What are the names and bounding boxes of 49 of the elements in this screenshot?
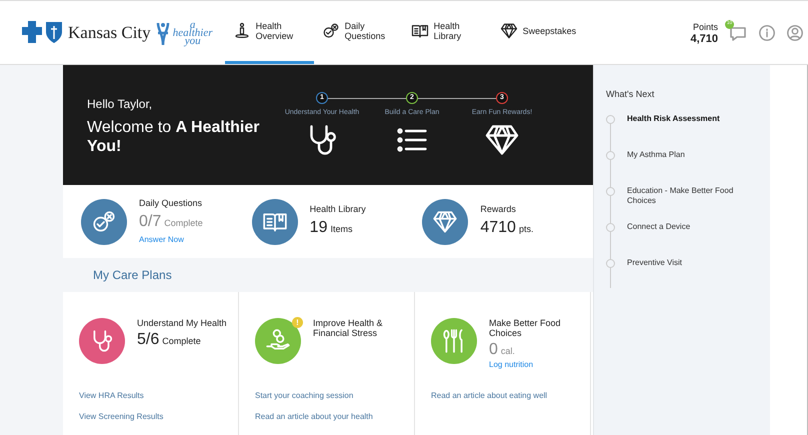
stat-value: 0/7 [139, 212, 162, 232]
plan-link[interactable]: View Screening Results [79, 411, 238, 423]
stat-unit: Items [330, 223, 352, 236]
panel-title: What's Next [606, 88, 656, 101]
welcome-heading: Welcome to A Healthier You! [87, 118, 260, 156]
plan-link[interactable]: View HRA Results [79, 390, 238, 402]
check-circle-icon [322, 22, 340, 40]
next-item[interactable]: Connect a Device [627, 222, 690, 258]
nav-tab[interactable]: Sweepstakes [492, 1, 581, 64]
points-display: Points 4,710 [690, 20, 718, 44]
figure-logo-icon [154, 20, 171, 44]
stat-title: Rewards [480, 202, 517, 216]
next-item[interactable]: Education - Make Better Food Choices [627, 186, 747, 222]
plan-link[interactable]: Read an article about your health [255, 411, 414, 423]
section-heading: My Care Plans [93, 267, 172, 284]
plan-value: 0 [489, 341, 498, 359]
book-icon [410, 22, 429, 40]
next-item[interactable]: Health Risk Assessment [627, 114, 720, 150]
plan-unit: Complete [162, 335, 201, 348]
log-link[interactable]: Log nutrition [489, 359, 589, 371]
diamond-icon [500, 22, 518, 40]
stat-title: Health Library [310, 202, 366, 216]
check-circle-icon [91, 208, 117, 234]
answer-link[interactable]: Answer Now [139, 234, 203, 246]
stat-unit: Complete [164, 217, 203, 230]
tagline-logo: a healthier you [172, 20, 214, 44]
plan-link[interactable]: Start your coaching session [255, 390, 414, 402]
person-icon [232, 22, 251, 40]
user-icon[interactable] [786, 24, 804, 42]
plan-title: Improve Health & Financial Stress [313, 318, 384, 338]
stat-title: Daily Questions [139, 196, 203, 210]
plan-link[interactable]: Read an article about eating well [431, 390, 590, 402]
nav-tab[interactable]: Daily Questions [314, 1, 403, 64]
cross-shield-logo-icon [22, 20, 64, 44]
greeting: Hello Taylor, [87, 96, 154, 112]
nav-tab[interactable]: Health Library [402, 1, 492, 64]
stat-value: 4710 [480, 218, 516, 238]
diamond-icon [432, 208, 458, 234]
brand-name: Kansas City [68, 22, 151, 44]
stat-value: 19 [310, 218, 328, 238]
next-item[interactable]: My Asthma Plan [627, 150, 685, 186]
plan-value: 5/6 [137, 331, 160, 349]
next-item[interactable]: Preventive Visit [627, 258, 682, 294]
plan-title: Make Better Food Choices [489, 318, 562, 338]
stat-unit: pts. [518, 223, 534, 236]
plan-title: Understand My Health [137, 318, 227, 328]
alert-badge: ! [292, 317, 303, 328]
info-icon[interactable] [758, 24, 776, 42]
plan-unit: cal. [500, 345, 515, 358]
